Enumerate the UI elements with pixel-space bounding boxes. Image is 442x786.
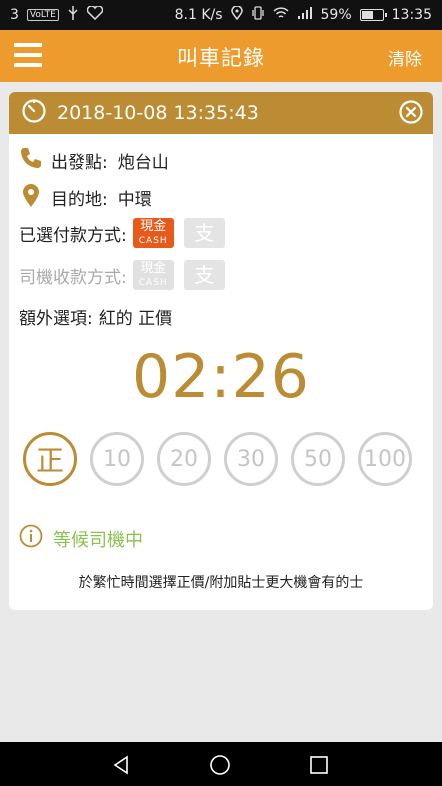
tip-option[interactable]: 20: [157, 432, 211, 486]
info-icon: [19, 524, 43, 553]
phone-icon: [19, 146, 43, 175]
signal-icon: [297, 6, 313, 24]
destination-label: 目的地:: [51, 190, 108, 210]
tip-option[interactable]: 30: [224, 432, 278, 486]
countdown-timer: 02:26: [132, 342, 310, 412]
hint-text: 於繁忙時間選擇正價/附加貼士更大機會有的士: [78, 575, 364, 591]
status-left: 3 VoLTE: [10, 5, 104, 24]
navigation-bar: [0, 742, 442, 786]
tip-options: 正 10 20 30 50 100: [23, 432, 412, 486]
location-icon: [230, 5, 243, 24]
extra-options-label: 額外選項:: [19, 309, 93, 329]
pickup-row: 出發點: 炮台山: [19, 146, 169, 175]
tip-option[interactable]: 10: [90, 432, 144, 486]
tip-option[interactable]: 正: [23, 432, 77, 486]
driver-payment-label: 司機收款方式:: [19, 267, 127, 288]
selected-payment-row: 已選付款方式: 現金 CASH 支: [19, 218, 225, 248]
page-title: 叫車記錄: [177, 46, 265, 70]
cash-badge-selected: 現金 CASH: [132, 218, 174, 248]
waiting-status: 等候司機中: [19, 524, 143, 553]
extra-options-value: 紅的 正價: [98, 309, 173, 329]
back-icon[interactable]: [110, 754, 132, 776]
vibrate-icon: [251, 6, 265, 24]
close-icon[interactable]: [399, 100, 423, 124]
recents-icon[interactable]: [308, 754, 330, 776]
pickup-value: 炮台山: [117, 153, 169, 173]
network-speed: 8.1 K/s: [174, 7, 223, 23]
clock: 13:35: [391, 7, 432, 23]
alipay-icon-driver: 支: [183, 260, 225, 290]
battery-percent: 59%: [320, 7, 352, 23]
wifi-icon: [272, 6, 289, 24]
tip-option[interactable]: 100: [358, 432, 412, 486]
pickup-label: 出發點:: [51, 153, 108, 173]
volte-badge: VoLTE: [26, 9, 59, 21]
clear-button[interactable]: 清除: [388, 45, 422, 70]
tip-option[interactable]: 50: [291, 432, 345, 486]
battery-icon: [359, 9, 387, 21]
app-bar: 叫車記錄 清除: [0, 30, 442, 82]
status-bar: 3 VoLTE 8.1 K/s 59% 13:35: [0, 0, 442, 30]
record-datetime: 2018-10-08 13:35:43: [57, 102, 259, 124]
extra-options-row: 額外選項: 紅的 正價: [19, 304, 172, 329]
booking-record-card: 2018-10-08 13:35:43 出發點: 炮台山 目的地: 中環 已選付…: [9, 92, 433, 610]
sim-indicator: 3: [10, 7, 19, 23]
alipay-icon: 支: [183, 218, 225, 248]
destination-row: 目的地: 中環: [19, 182, 152, 213]
timer-icon: [21, 98, 47, 128]
home-icon[interactable]: [209, 754, 231, 776]
usb-icon: [67, 6, 79, 24]
waiting-text: 等候司機中: [53, 529, 143, 551]
record-header: 2018-10-08 13:35:43: [9, 92, 433, 134]
selected-payment-label: 已選付款方式:: [19, 225, 127, 246]
cash-badge-driver: 現金 CASH: [132, 260, 174, 290]
destination-value: 中環: [117, 190, 152, 210]
driver-payment-row: 司機收款方式: 現金 CASH 支: [19, 260, 225, 290]
status-right: 8.1 K/s 59% 13:35: [174, 5, 432, 24]
health-icon: [86, 5, 104, 24]
destination-pin-icon: [19, 182, 43, 213]
